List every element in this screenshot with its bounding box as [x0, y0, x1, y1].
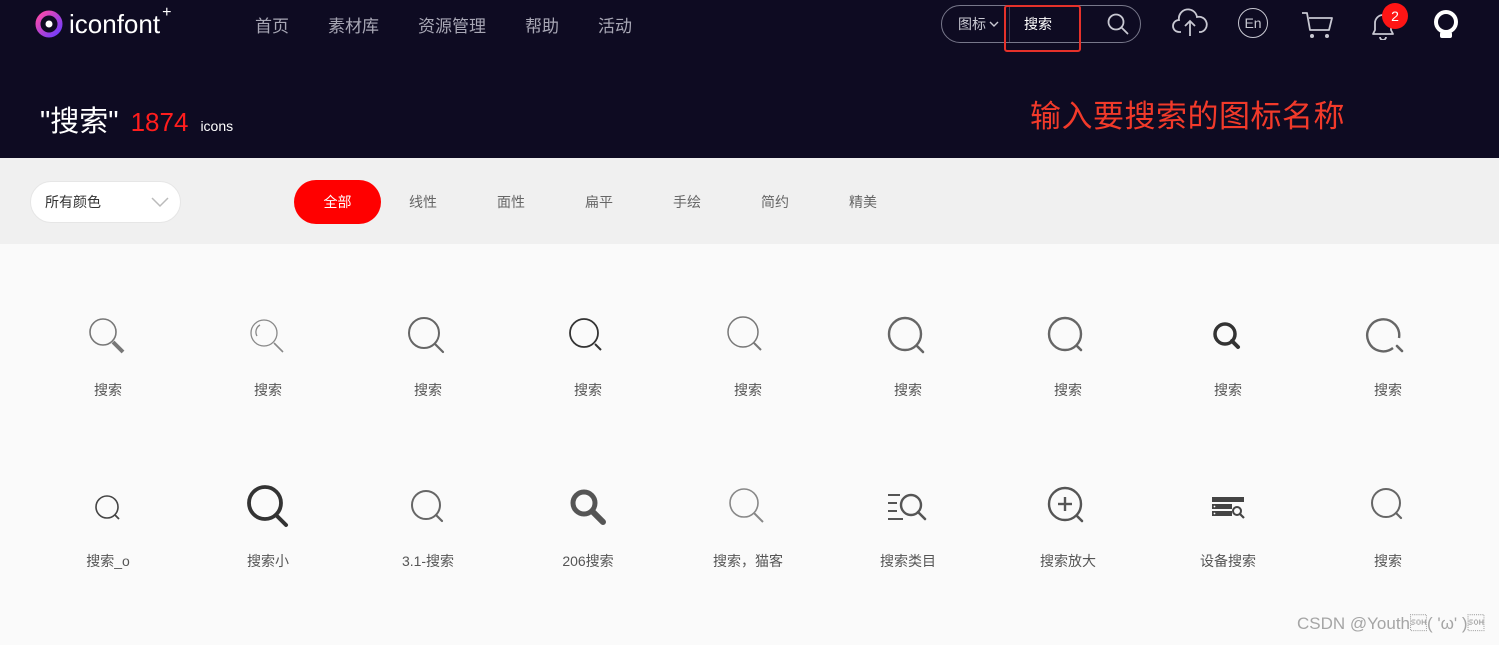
color-filter-select[interactable]: 所有颜色: [30, 181, 181, 223]
icon-card[interactable]: 设备搜索: [1148, 441, 1308, 591]
icon-card[interactable]: 搜索: [988, 270, 1148, 420]
result-query: "搜索": [40, 106, 119, 138]
icon-card[interactable]: 搜索: [348, 270, 508, 420]
icon-label: 搜索放大: [1040, 553, 1096, 569]
icon-label: 搜索，猫客: [713, 553, 783, 569]
search-icon: [729, 488, 764, 523]
icon-label: 搜索_o: [86, 553, 130, 569]
top-header: iconfont+ 首页 素材库 资源管理 帮助 活动 图标 En 2: [0, 0, 1499, 158]
cart-icon[interactable]: [1300, 10, 1336, 40]
search-icon: [95, 495, 120, 520]
search-icon: [1366, 318, 1404, 353]
nav-home[interactable]: 首页: [255, 12, 289, 37]
icon-label: 206搜索: [562, 553, 614, 569]
search-icon: [411, 490, 444, 523]
tab-simple[interactable]: 简约: [737, 180, 813, 224]
icon-card[interactable]: 搜索: [28, 270, 188, 420]
search-type-label: 图标: [958, 16, 986, 32]
search-icon: [887, 316, 925, 354]
logo[interactable]: iconfont +: [35, 3, 172, 39]
icon-label: 搜索: [254, 382, 282, 398]
search-icon: [250, 319, 284, 353]
icon-label: 搜索小: [247, 553, 289, 569]
search-input[interactable]: [1010, 6, 1102, 42]
icon-label: 3.1-搜索: [401, 553, 455, 569]
search-icon: [1371, 488, 1403, 520]
tab-line[interactable]: 线性: [385, 180, 461, 224]
icon-card[interactable]: 206搜索: [508, 441, 668, 591]
search-icon: [570, 489, 606, 525]
upload-cloud-icon[interactable]: [1172, 8, 1208, 38]
chevron-down-icon: [151, 197, 169, 208]
icon-label: 搜索: [1374, 553, 1402, 569]
chevron-down-icon: [989, 21, 999, 27]
style-tabs: 全部 线性 面性 扁平 手绘 简约 精美: [294, 180, 913, 224]
tab-all[interactable]: 全部: [294, 180, 381, 224]
search-icon: [1047, 316, 1083, 352]
icon-card[interactable]: 3.1-搜索: [348, 441, 508, 591]
icon-card[interactable]: 搜索放大: [988, 441, 1148, 591]
language-toggle-icon[interactable]: En: [1238, 8, 1268, 38]
device-search-icon: [1212, 497, 1245, 519]
tab-exquisite[interactable]: 精美: [825, 180, 901, 224]
icon-label: 搜索: [894, 382, 922, 398]
search-icon: [569, 318, 602, 351]
search-icon: [408, 317, 445, 354]
result-count: 1874: [130, 107, 189, 137]
search-category-icon: [888, 493, 927, 521]
icon-card[interactable]: 搜索: [1148, 270, 1308, 420]
icon-card[interactable]: 搜索: [508, 270, 668, 420]
icon-label: 搜索: [414, 382, 442, 398]
tab-handdrawn[interactable]: 手绘: [649, 180, 725, 224]
search-icon: [89, 318, 125, 354]
icon-card[interactable]: 搜索: [828, 270, 988, 420]
tab-fill[interactable]: 面性: [473, 180, 549, 224]
icon-card[interactable]: 搜索，猫客: [668, 441, 828, 591]
icon-card[interactable]: 搜索_o: [28, 441, 188, 591]
iconfont-logo-icon: [35, 10, 63, 38]
icon-label: 搜索: [1054, 382, 1082, 398]
search-icon: [727, 316, 762, 351]
search-type-select[interactable]: 图标: [942, 6, 1010, 42]
nav-help[interactable]: 帮助: [525, 12, 559, 37]
icon-card[interactable]: 搜索: [1308, 270, 1468, 420]
result-heading: "搜索" 1874 icons: [40, 98, 233, 140]
result-unit: icons: [200, 118, 234, 134]
notification-badge: 2: [1382, 3, 1408, 29]
search-icon[interactable]: [1106, 12, 1130, 36]
watermark: CSDN @Youth( 'ω' ): [1297, 614, 1485, 633]
tab-flat[interactable]: 扁平: [561, 180, 637, 224]
filter-bar: 所有颜色 全部 线性 面性 扁平 手绘 简约 精美: [0, 158, 1499, 244]
icon-card[interactable]: 搜索类目: [828, 441, 988, 591]
icon-card[interactable]: 搜索: [188, 270, 348, 420]
icon-label: 搜索类目: [880, 553, 936, 569]
zoom-in-icon: [1047, 486, 1084, 523]
search-icon: [247, 485, 288, 527]
main-nav: 首页 素材库 资源管理 帮助 活动: [255, 12, 671, 37]
icon-label: 搜索: [574, 382, 602, 398]
nav-library[interactable]: 素材库: [328, 12, 379, 37]
icon-label: 搜索: [734, 382, 762, 398]
icon-label: 设备搜索: [1200, 553, 1256, 569]
icon-card[interactable]: 搜索: [668, 270, 828, 420]
icon-label: 搜索: [94, 382, 122, 398]
avatar[interactable]: [1431, 8, 1461, 40]
brand-name: iconfont +: [69, 3, 172, 39]
icon-label: 搜索: [1214, 382, 1242, 398]
icon-label: 搜索: [1374, 382, 1402, 398]
icon-card[interactable]: 搜索: [1308, 441, 1468, 591]
color-filter-label: 所有颜色: [45, 194, 101, 210]
icon-card[interactable]: 搜索小: [188, 441, 348, 591]
annotation-text: 输入要搜索的图标名称: [1030, 99, 1345, 134]
nav-activity[interactable]: 活动: [598, 12, 632, 37]
search-icon: [1213, 322, 1240, 349]
nav-resources[interactable]: 资源管理: [418, 12, 486, 37]
